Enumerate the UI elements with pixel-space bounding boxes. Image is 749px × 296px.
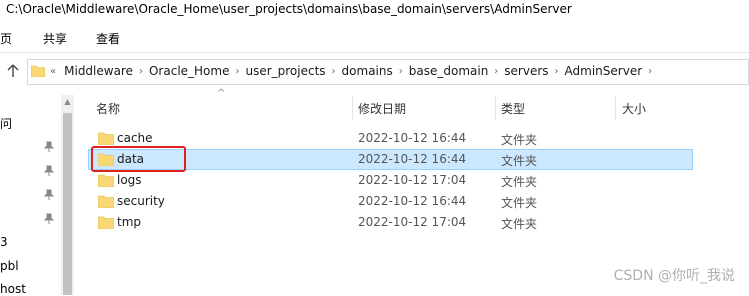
column-header-type[interactable]: 类型: [501, 100, 525, 117]
scrollbar-thumb[interactable]: [63, 113, 72, 295]
breadcrumb-overflow[interactable]: «: [50, 66, 56, 77]
tab-view[interactable]: 查看: [96, 30, 120, 47]
breadcrumb-base-domain[interactable]: base_domain: [409, 64, 489, 78]
column-divider[interactable]: [352, 96, 353, 120]
file-type: 文件夹: [501, 196, 538, 210]
file-name[interactable]: logs: [117, 173, 142, 187]
chevron-right-icon[interactable]: ›: [555, 66, 559, 77]
file-row-security[interactable]: security 2022-10-12 16:44 文件夹: [88, 191, 693, 212]
chevron-right-icon[interactable]: ›: [494, 66, 498, 77]
breadcrumb-middleware[interactable]: Middleware: [64, 64, 133, 78]
column-header-modified[interactable]: 修改日期: [358, 100, 406, 117]
column-header-name[interactable]: 名称: [96, 100, 120, 117]
file-modified: 2022-10-12 17:04: [358, 173, 467, 187]
breadcrumb-adminserver[interactable]: AdminServer: [565, 64, 643, 78]
column-header-size[interactable]: 大小: [622, 100, 646, 117]
breadcrumb-oracle-home[interactable]: Oracle_Home: [149, 64, 229, 78]
nav-item[interactable]: 问: [0, 115, 12, 132]
folder-icon: [30, 65, 46, 78]
file-modified: 2022-10-12 16:44: [358, 194, 467, 208]
nav-item[interactable]: host: [0, 282, 26, 296]
nav-item[interactable]: 3: [0, 235, 8, 249]
pin-icon: [43, 213, 55, 225]
folder-icon: [97, 174, 115, 188]
file-name[interactable]: cache: [117, 131, 153, 145]
chevron-right-icon[interactable]: ›: [648, 66, 652, 77]
chevron-right-icon[interactable]: ›: [235, 66, 239, 77]
chevron-right-icon[interactable]: ›: [332, 66, 336, 77]
pin-icon: [43, 189, 55, 201]
chevron-right-icon[interactable]: ›: [399, 66, 403, 77]
nav-scrollbar[interactable]: ▲: [61, 95, 74, 295]
tab-home[interactable]: 页: [0, 30, 12, 47]
address-bar[interactable]: « Middleware › Oracle_Home › user_projec…: [27, 59, 749, 85]
window-title: C:\Oracle\Middleware\Oracle_Home\user_pr…: [6, 2, 572, 16]
watermark: CSDN @你听_我说: [613, 268, 735, 284]
tab-share[interactable]: 共享: [43, 30, 67, 47]
file-type: 文件夹: [501, 154, 538, 168]
column-divider[interactable]: [615, 96, 616, 120]
column-divider[interactable]: [495, 96, 496, 120]
pin-icon: [43, 141, 55, 153]
file-modified: 2022-10-12 17:04: [358, 215, 467, 229]
folder-icon: [97, 132, 115, 146]
file-name[interactable]: tmp: [117, 215, 141, 229]
nav-item[interactable]: pbl: [0, 259, 19, 273]
file-type: 文件夹: [501, 133, 538, 147]
breadcrumb-domains[interactable]: domains: [342, 64, 393, 78]
up-button[interactable]: [3, 63, 23, 83]
breadcrumb-user-projects[interactable]: user_projects: [245, 64, 325, 78]
highlight-annotation: [91, 146, 186, 172]
file-type: 文件夹: [501, 175, 538, 189]
scroll-up-icon[interactable]: ▲: [61, 97, 74, 107]
file-row-logs[interactable]: logs 2022-10-12 17:04 文件夹: [88, 170, 693, 191]
breadcrumb: « Middleware › Oracle_Home › user_projec…: [50, 64, 658, 78]
sort-ascending-icon: ^: [217, 88, 226, 99]
folder-icon: [97, 195, 115, 209]
file-row-tmp[interactable]: tmp 2022-10-12 17:04 文件夹: [88, 212, 693, 233]
file-modified: 2022-10-12 16:44: [358, 152, 467, 166]
folder-icon: [97, 216, 115, 230]
navigation-pane: 问 3 pbl host: [0, 95, 61, 296]
file-name[interactable]: security: [117, 194, 165, 208]
file-modified: 2022-10-12 16:44: [358, 131, 467, 145]
pin-icon: [43, 165, 55, 177]
ribbon-divider: [0, 52, 749, 53]
chevron-right-icon[interactable]: ›: [139, 66, 143, 77]
arrow-up-icon: [7, 64, 19, 82]
breadcrumb-servers[interactable]: servers: [504, 64, 548, 78]
file-type: 文件夹: [501, 217, 538, 231]
